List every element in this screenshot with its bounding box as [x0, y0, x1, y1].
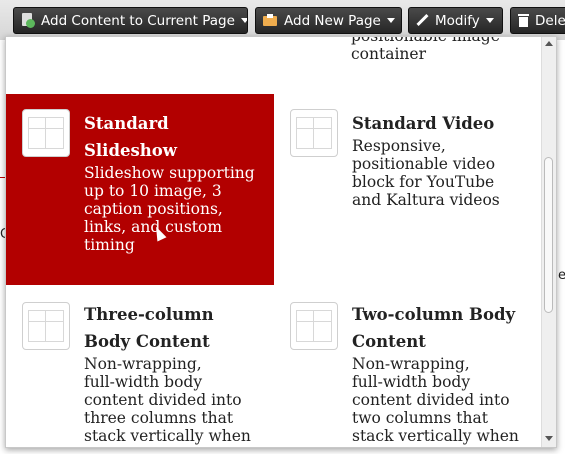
- desc-line: positionable image: [351, 36, 500, 45]
- desc-line: and Kaltura videos: [352, 191, 500, 209]
- modify-button[interactable]: Modify: [408, 7, 503, 34]
- title-line: Standard Video: [352, 114, 495, 133]
- item-description: Non-wrapping, full-width body content di…: [352, 355, 519, 445]
- layout-thumbnail-icon: [290, 302, 338, 350]
- title-line: Two-column Body: [352, 305, 516, 324]
- desc-line: content divided into: [84, 391, 242, 409]
- chevron-down-icon: [240, 18, 247, 23]
- title-line: Content: [352, 332, 426, 351]
- add-content-button[interactable]: Add Content to Current Page: [13, 7, 248, 34]
- pencil-icon: [416, 13, 429, 27]
- title-line: Slideshow: [84, 141, 177, 160]
- add-content-label: Add Content to Current Page: [41, 12, 235, 29]
- item-title: Standard Video: [352, 110, 494, 137]
- scroll-up-arrow-icon[interactable]: [545, 41, 553, 46]
- desc-line: Non-wrapping,: [352, 355, 470, 373]
- item-title: Standard Slideshow: [84, 110, 177, 164]
- add-page-icon: [263, 14, 278, 27]
- chevron-down-icon: [485, 18, 494, 23]
- modify-label: Modify: [435, 12, 480, 29]
- desc-line: content divided into: [352, 391, 510, 409]
- desc-line: block for YouTube: [352, 173, 495, 191]
- chevron-down-icon: [386, 18, 395, 23]
- previous-item-desc: positionable image container: [351, 36, 500, 63]
- desc-line: timing: [84, 236, 135, 254]
- menu-item-two-column-body[interactable]: Two-column Body Content Non-wrapping, fu…: [274, 285, 542, 447]
- desc-line: Slideshow supporting: [84, 164, 255, 182]
- title-line: Standard: [84, 114, 169, 133]
- layout-thumbnail-icon: [290, 109, 338, 157]
- desc-line: positionable video: [352, 155, 496, 173]
- delete-label: Dele: [535, 12, 565, 29]
- desc-line: stack vertically when: [352, 427, 519, 445]
- content-type-menu: positionable image container Standard Sl…: [5, 36, 557, 448]
- desc-line: up to 10 image, 3: [84, 182, 222, 200]
- item-title: Two-column Body Content: [352, 301, 515, 355]
- add-new-page-button[interactable]: Add New Page: [255, 7, 402, 34]
- item-title: Three-column Body Content: [84, 301, 214, 355]
- menu-item-standard-slideshow[interactable]: Standard Slideshow Slideshow supporting …: [6, 94, 274, 285]
- menu-item-three-column-body[interactable]: Three-column Body Content Non-wrapping, …: [6, 285, 274, 447]
- menu-scrollbar[interactable]: [541, 37, 556, 447]
- add-page-label: Add New Page: [284, 12, 381, 29]
- delete-button[interactable]: Dele: [510, 7, 565, 34]
- background-text-fragment: e: [558, 268, 565, 283]
- desc-line: full-width body: [352, 373, 471, 391]
- item-description: Responsive, positionable video block for…: [352, 137, 500, 209]
- desc-line: two columns that: [352, 409, 488, 427]
- desc-line: links, and custom: [84, 218, 223, 236]
- title-line: Body Content: [84, 332, 210, 351]
- title-line: Three-column: [84, 305, 214, 324]
- item-description: Non-wrapping, full-width body content di…: [84, 355, 251, 445]
- layout-thumbnail-icon: [22, 109, 70, 157]
- scrollbar-thumb[interactable]: [544, 157, 553, 313]
- desc-line: caption positions,: [84, 200, 223, 218]
- menu-item-standard-video[interactable]: Standard Video Responsive, positionable …: [274, 94, 542, 285]
- desc-line: stack vertically when: [84, 427, 251, 445]
- desc-line: Responsive,: [352, 137, 446, 155]
- scroll-down-arrow-icon[interactable]: [545, 436, 553, 441]
- desc-line: full-width body: [84, 373, 203, 391]
- desc-line: container: [351, 45, 426, 63]
- desc-line: three columns that: [84, 409, 234, 427]
- add-content-icon: [21, 13, 35, 28]
- desc-line: Non-wrapping,: [84, 355, 202, 373]
- top-toolbar: Add Content to Current Page Add New Page…: [0, 0, 565, 40]
- layout-thumbnail-icon: [22, 302, 70, 350]
- trash-icon: [518, 14, 529, 27]
- item-description: Slideshow supporting up to 10 image, 3 c…: [84, 164, 255, 254]
